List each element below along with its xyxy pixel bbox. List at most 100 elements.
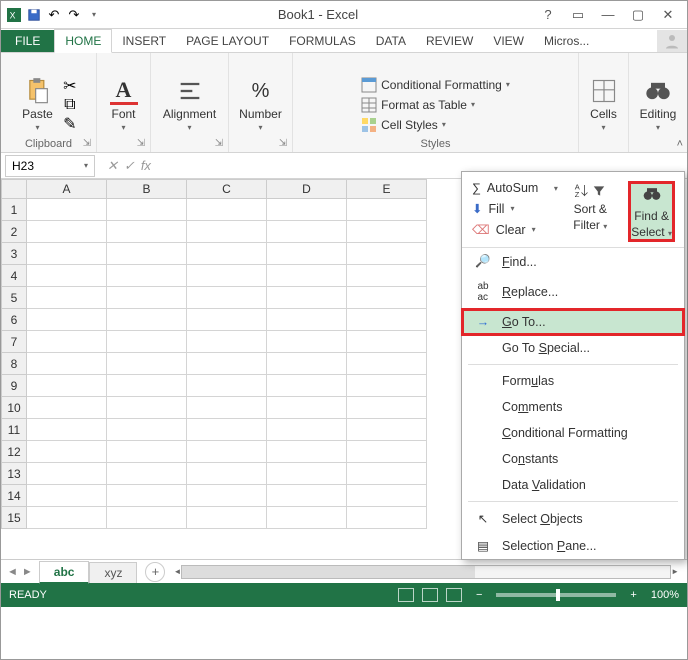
cell[interactable]: [107, 331, 187, 353]
sort-filter-button[interactable]: AZ Sort & Filter ▾: [573, 182, 607, 232]
cell[interactable]: [267, 441, 347, 463]
cell[interactable]: [347, 441, 427, 463]
redo-icon[interactable]: ↷: [65, 6, 83, 24]
col-header[interactable]: C: [187, 179, 267, 199]
cell[interactable]: [187, 331, 267, 353]
cell[interactable]: [267, 287, 347, 309]
cell[interactable]: [187, 199, 267, 221]
cell[interactable]: [107, 397, 187, 419]
horizontal-scrollbar[interactable]: ◄ ►: [173, 565, 679, 579]
row-header[interactable]: 4: [1, 265, 27, 287]
enter-formula-icon[interactable]: ✓: [124, 158, 135, 174]
row-header[interactable]: 11: [1, 419, 27, 441]
cell[interactable]: [347, 507, 427, 529]
col-header[interactable]: D: [267, 179, 347, 199]
cell[interactable]: [267, 199, 347, 221]
menu-goto-special[interactable]: Go To Special...: [462, 335, 684, 361]
conditional-formatting-button[interactable]: Conditional Formatting ▾: [361, 77, 510, 93]
cell[interactable]: [267, 243, 347, 265]
sheet-tab-other[interactable]: xyz: [89, 562, 137, 583]
cell[interactable]: [267, 485, 347, 507]
cell[interactable]: [27, 265, 107, 287]
zoom-slider[interactable]: [496, 593, 616, 597]
cell[interactable]: [27, 221, 107, 243]
copy-icon[interactable]: ⧉: [61, 97, 79, 113]
alignment-dialog-launcher-icon[interactable]: ⇲: [213, 137, 225, 149]
find-select-button[interactable]: Find & Select ▾: [629, 182, 674, 241]
cell[interactable]: [107, 199, 187, 221]
zoom-out-icon[interactable]: −: [476, 589, 482, 601]
cell[interactable]: [347, 353, 427, 375]
tab-micro[interactable]: Micros...: [534, 30, 590, 52]
cell[interactable]: [107, 441, 187, 463]
tab-file[interactable]: FILE: [1, 30, 54, 52]
font-dialog-launcher-icon[interactable]: ⇲: [135, 137, 147, 149]
sheet-tab-active[interactable]: abc: [39, 561, 90, 584]
cell[interactable]: [27, 419, 107, 441]
menu-conditional-formatting[interactable]: Conditional Formatting: [462, 420, 684, 446]
cell[interactable]: [347, 463, 427, 485]
cell[interactable]: [347, 221, 427, 243]
cut-icon[interactable]: ✂: [61, 78, 79, 94]
cell[interactable]: [107, 375, 187, 397]
row-header[interactable]: 2: [1, 221, 27, 243]
cell[interactable]: [187, 419, 267, 441]
restore-icon[interactable]: ▢: [623, 4, 653, 26]
tab-page-layout[interactable]: PAGE LAYOUT: [176, 30, 279, 52]
cell[interactable]: [107, 485, 187, 507]
sheet-nav-prev-icon[interactable]: ◄: [7, 566, 18, 578]
number-button[interactable]: % Number ▾: [235, 75, 286, 134]
cells-area[interactable]: [27, 199, 427, 559]
cell[interactable]: [27, 375, 107, 397]
page-layout-view-icon[interactable]: [422, 588, 438, 602]
minimize-icon[interactable]: —: [593, 4, 623, 26]
row-header[interactable]: 1: [1, 199, 27, 221]
cell[interactable]: [107, 353, 187, 375]
cell[interactable]: [27, 287, 107, 309]
paste-button[interactable]: Paste ▾: [18, 75, 57, 134]
clipboard-dialog-launcher-icon[interactable]: ⇲: [81, 137, 93, 149]
cell[interactable]: [107, 419, 187, 441]
menu-formulas[interactable]: Formulas: [462, 368, 684, 394]
row-header[interactable]: 10: [1, 397, 27, 419]
format-painter-icon[interactable]: ✎: [61, 116, 79, 132]
cell[interactable]: [27, 243, 107, 265]
cell[interactable]: [267, 265, 347, 287]
cell[interactable]: [347, 331, 427, 353]
cell[interactable]: [107, 309, 187, 331]
menu-select-objects[interactable]: ↖Select Objects: [462, 505, 684, 532]
row-header[interactable]: 7: [1, 331, 27, 353]
tab-formulas[interactable]: FORMULAS: [279, 30, 366, 52]
cell[interactable]: [347, 243, 427, 265]
row-header[interactable]: 14: [1, 485, 27, 507]
cell[interactable]: [267, 221, 347, 243]
cell[interactable]: [187, 485, 267, 507]
cell[interactable]: [347, 419, 427, 441]
tab-home[interactable]: HOME: [54, 29, 112, 53]
cell[interactable]: [267, 331, 347, 353]
cell[interactable]: [27, 463, 107, 485]
menu-find[interactable]: 🔎Find...: [462, 248, 684, 275]
fx-icon[interactable]: fx: [141, 158, 151, 173]
editing-button[interactable]: Editing ▾: [636, 75, 681, 134]
user-avatar-icon[interactable]: [657, 30, 687, 52]
cell[interactable]: [187, 397, 267, 419]
close-icon[interactable]: ✕: [653, 4, 683, 26]
cell[interactable]: [27, 331, 107, 353]
ribbon-display-icon[interactable]: ▭: [563, 4, 593, 26]
cell[interactable]: [347, 265, 427, 287]
cell[interactable]: [187, 287, 267, 309]
cell[interactable]: [267, 397, 347, 419]
cell[interactable]: [187, 309, 267, 331]
tab-review[interactable]: REVIEW: [416, 30, 483, 52]
cell[interactable]: [107, 243, 187, 265]
cell[interactable]: [27, 507, 107, 529]
undo-icon[interactable]: ↶: [45, 6, 63, 24]
qat-dropdown-icon[interactable]: ▾: [85, 6, 103, 24]
cell[interactable]: [267, 353, 347, 375]
zoom-in-icon[interactable]: +: [630, 589, 636, 601]
select-all-triangle[interactable]: [1, 179, 27, 199]
cell[interactable]: [347, 199, 427, 221]
name-box[interactable]: H23▾: [5, 155, 95, 177]
cell[interactable]: [347, 397, 427, 419]
